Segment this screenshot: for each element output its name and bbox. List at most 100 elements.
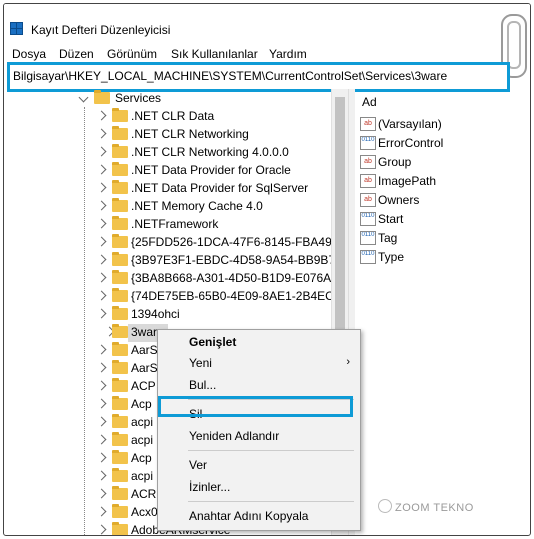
chevron-right-icon[interactable] [96,452,107,463]
tree-item[interactable]: .NETFramework [4,216,331,234]
context-item-rename[interactable]: Yeniden Adlandır [158,426,360,446]
folder-icon [112,270,128,284]
chevron-right-icon[interactable] [96,110,107,121]
chevron-right-icon[interactable] [96,488,107,499]
tree-item[interactable]: {3B97E3F1-EBDC-4D58-9A54-BB9B733 [4,252,331,270]
folder-icon [112,252,128,266]
context-menu: Genişlet Yeni › Bul... Sil Yeniden Adland… [157,329,361,531]
address-path: Bilgisayar\HKEY_LOCAL_MACHINE\SYSTEM\Cur… [13,69,448,83]
menu-dosya[interactable]: Dosya [12,47,46,61]
tree-item[interactable]: .NET CLR Networking [4,126,331,144]
chevron-right-icon[interactable] [96,218,107,229]
chevron-right-icon[interactable] [96,272,107,283]
folder-icon [112,450,128,464]
value-name: (Varsayılan) [378,117,442,131]
tree-item[interactable]: {74DE75EB-65B0-4E09-8AE1-2B4EC47F [4,288,331,306]
context-item-label: Yeniden Adlandır [189,429,280,443]
tree-item-label: Services [115,91,162,105]
folder-icon [112,162,128,176]
folder-icon [112,306,128,320]
chevron-right-icon[interactable] [96,254,107,265]
regedit-app-icon [10,22,24,36]
context-item-label: İzinler... [189,480,231,494]
tree-item[interactable]: .NET Data Provider for SqlServer [4,180,331,198]
context-item-label: Ver [189,458,208,472]
value-name: ErrorControl [378,136,444,150]
folder-icon [112,342,128,356]
chevron-right-icon[interactable] [96,434,107,445]
tree-item-label: acpi [131,415,154,429]
chevron-right-icon[interactable] [96,200,107,211]
tree-item-label: .NET CLR Networking [131,127,249,141]
tree-item-label: acpi [131,433,154,447]
tree-item-label: Acp [131,451,152,465]
chevron-down-icon[interactable] [78,92,89,103]
chevron-right-icon[interactable] [96,290,107,301]
folder-icon [112,522,128,535]
context-item-new[interactable]: Yeni › [158,353,360,373]
tree-item[interactable]: .NET CLR Networking 4.0.0.0 [4,144,331,162]
column-header-name[interactable]: Ad [362,95,377,109]
string-value-icon: ab [360,174,376,188]
folder-icon [112,324,128,338]
folder-icon [112,216,128,230]
chevron-right-icon: › [346,356,350,368]
address-bar[interactable]: Bilgisayar\HKEY_LOCAL_MACHINE\SYSTEM\Cur… [7,62,510,92]
tree-item-services[interactable]: Services [4,90,331,108]
window-title: Kayıt Defteri Düzenleyicisi [31,23,171,37]
tree-item-label: acpi [131,469,154,483]
value-name: Group [378,155,412,169]
folder-icon [112,126,128,140]
chevron-right-icon[interactable] [96,128,107,139]
value-name: ImagePath [378,174,437,188]
context-item-label: Anahtar Adını Kopyala [189,509,309,523]
chevron-right-icon[interactable] [96,308,107,319]
menu-duzen[interactable]: Düzen [59,47,94,61]
value-name: Start [378,212,404,226]
tree-item[interactable]: .NET CLR Data [4,108,331,126]
menu-yardim[interactable]: Yardım [269,47,307,61]
tree-item[interactable]: .NET Data Provider for Oracle [4,162,331,180]
menu-sik-kullanilanlar[interactable]: Sık Kullanılanlar [171,47,258,61]
folder-icon [112,288,128,302]
tree-item-label: .NET CLR Networking 4.0.0.0 [131,145,289,159]
chevron-right-icon[interactable] [96,380,107,391]
menu-gorunum[interactable]: Görünüm [107,47,157,61]
delete-highlight-box [158,396,353,417]
chevron-right-icon[interactable] [96,470,107,481]
context-item-copy-key-name[interactable]: Anahtar Adını Kopyala [158,506,360,526]
chevron-right-icon[interactable] [96,398,107,409]
tree-item[interactable]: {25FDD526-1DCA-47F6-8145-FBA493B [4,234,331,252]
folder-icon [112,504,128,518]
tree-item[interactable]: .NET Memory Cache 4.0 [4,198,331,216]
chevron-right-icon[interactable] [96,506,107,517]
folder-icon [112,414,128,428]
tree-item[interactable]: {3BA8B668-A301-4D50-B1D9-E076A59 [4,270,331,288]
chevron-right-icon[interactable] [96,236,107,247]
tree-item[interactable]: 1394ohci [4,306,331,324]
chevron-right-icon[interactable] [96,146,107,157]
context-item-find[interactable]: Bul... [158,375,360,395]
context-item-label: Bul... [189,378,217,392]
tree-item-label: AarS [131,343,158,357]
chevron-right-icon[interactable] [96,344,107,355]
folder-icon [112,396,128,410]
context-item-permissions[interactable]: İzinler... [158,477,360,497]
chevron-right-icon[interactable] [96,362,107,373]
chevron-right-icon[interactable] [96,164,107,175]
string-value-icon: ab [360,117,376,131]
folder-icon [112,234,128,248]
folder-icon [112,108,128,122]
menu-separator [188,501,354,502]
tree-item-label: {25FDD526-1DCA-47F6-8145-FBA493B [131,235,331,249]
folder-icon [112,360,128,374]
tree-item-label: AarS [131,361,158,375]
context-item-expand[interactable]: Genişlet [158,332,360,352]
tree-item-label: .NET CLR Data [131,109,215,123]
chevron-right-icon[interactable] [96,416,107,427]
watermark-text: ZOOM TEKNO [395,502,474,514]
chevron-right-icon[interactable] [96,524,107,535]
chevron-right-icon[interactable] [96,182,107,193]
context-item-export[interactable]: Ver [158,455,360,475]
watermark: ZOOM TEKNO [378,499,474,514]
